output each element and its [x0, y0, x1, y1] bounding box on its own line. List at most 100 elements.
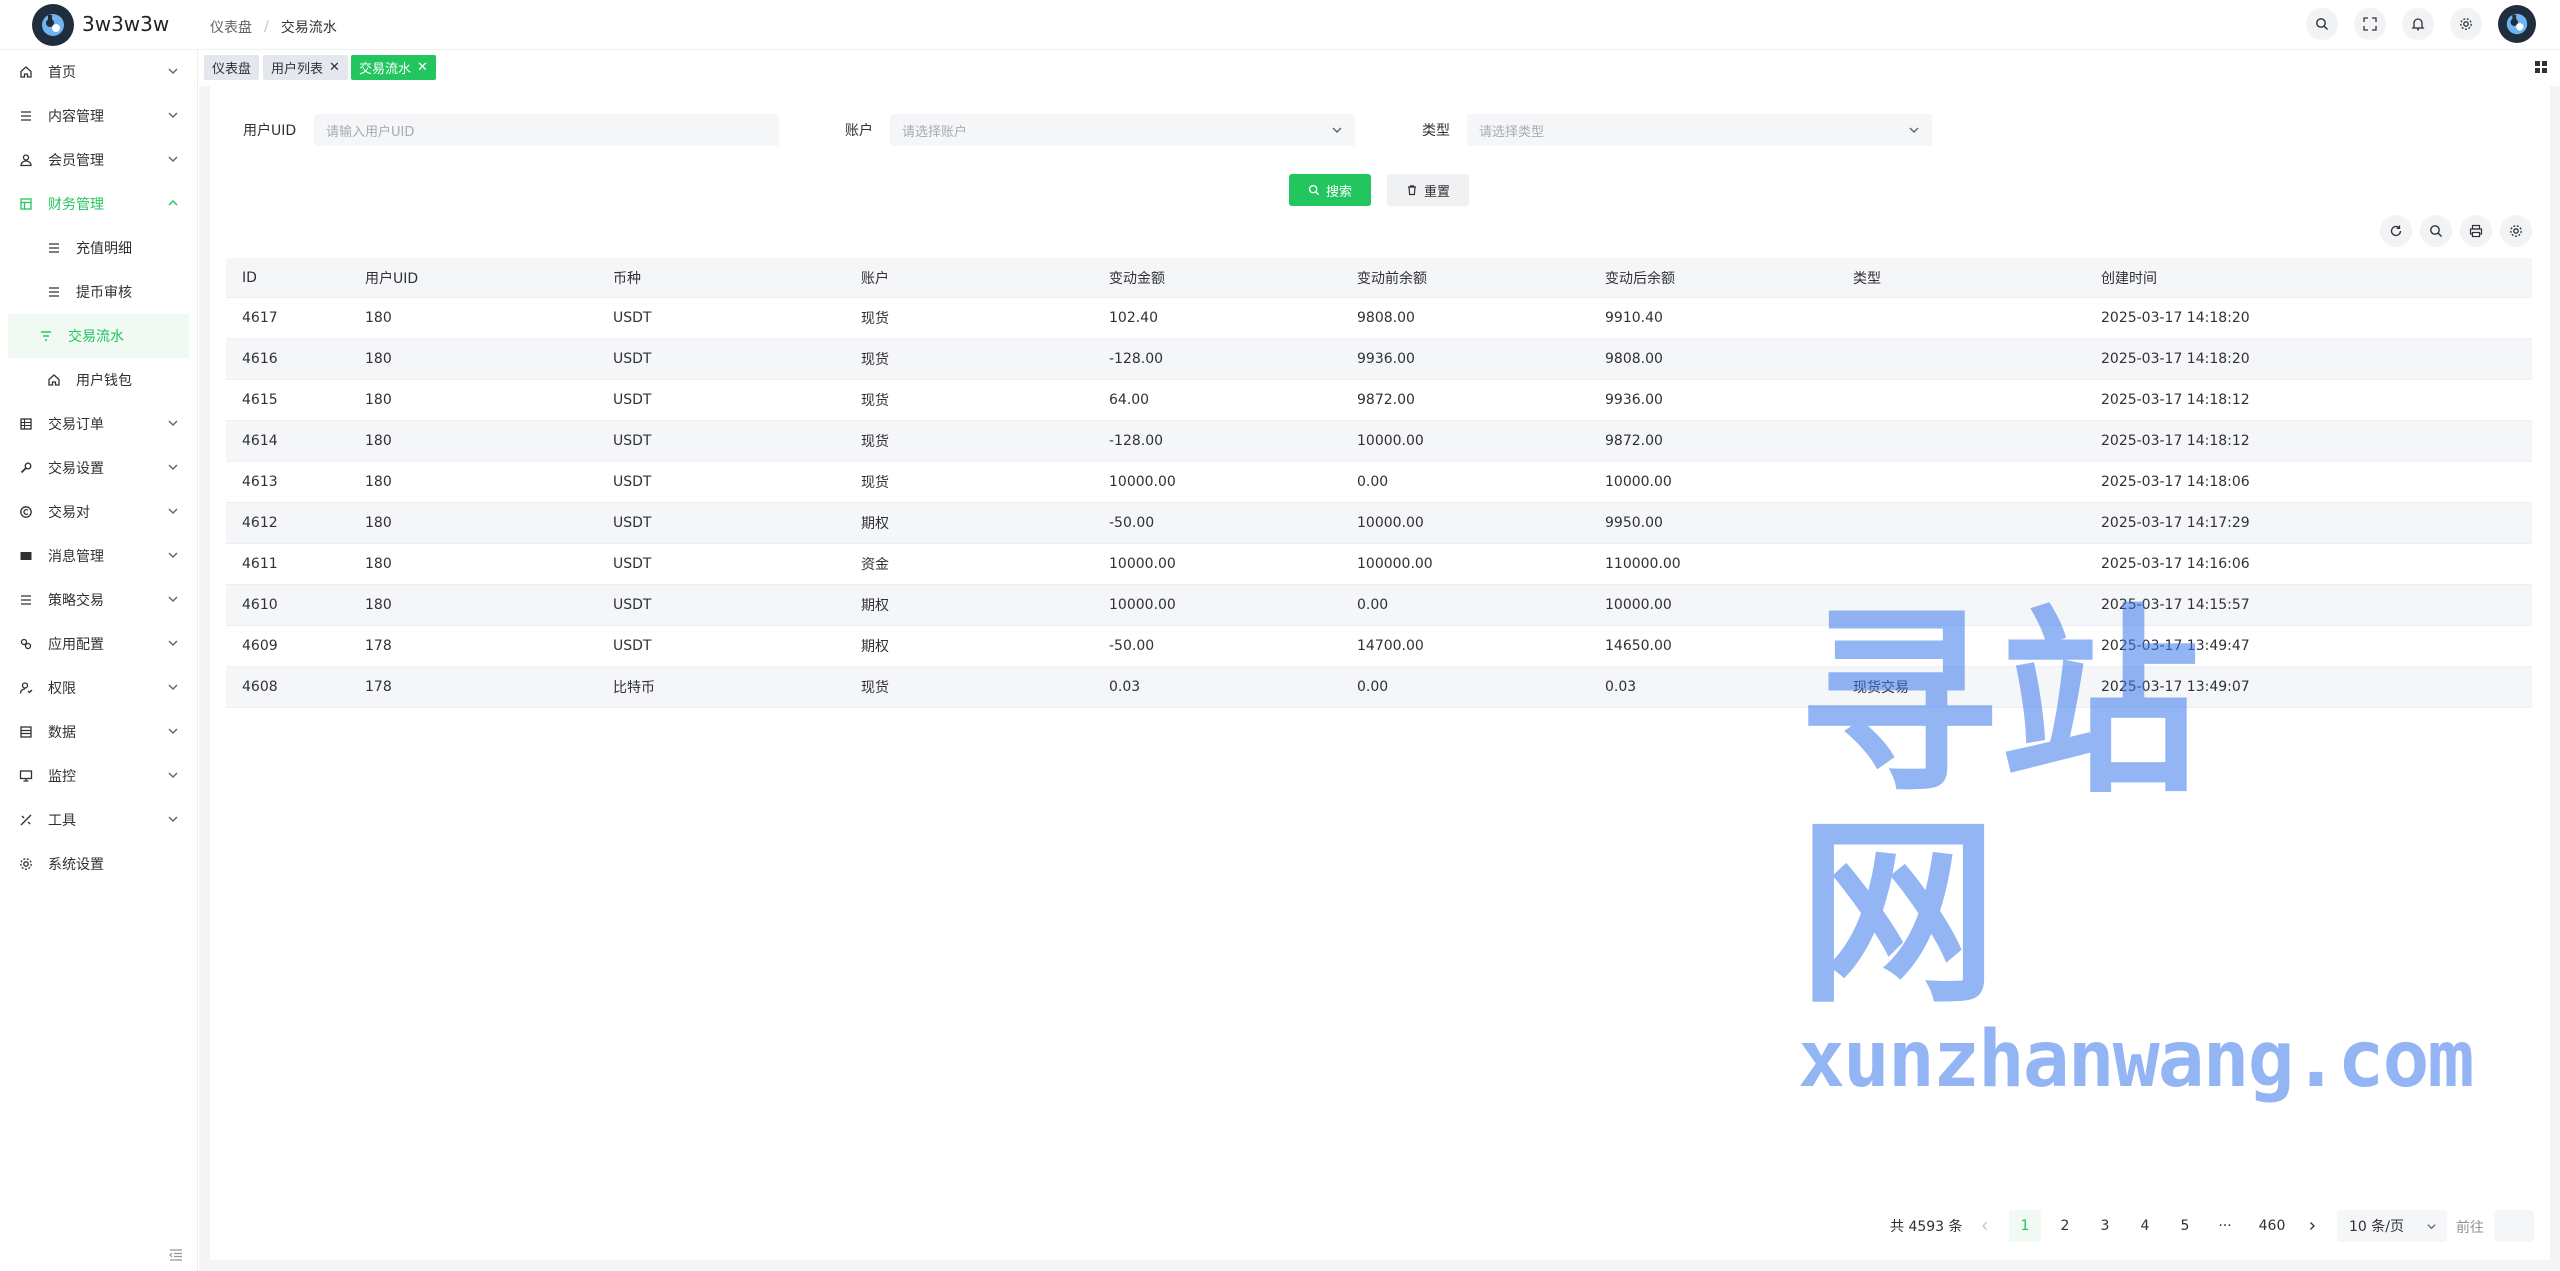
sidebar-item-recharge[interactable]: 充值明细: [8, 226, 189, 270]
chevron-down-icon: [168, 728, 178, 734]
user-avatar[interactable]: [2498, 5, 2536, 43]
header-search-button[interactable]: [2306, 8, 2338, 40]
table-row[interactable]: 4611 180 USDT 资金 10000.00 100000.00 110000.00 2…: [226, 544, 2532, 585]
table-cell: USDT: [613, 433, 652, 449]
sidebar-item-transactions[interactable]: 交易流水: [8, 314, 189, 358]
type-select[interactable]: 请选择类型: [1467, 114, 1932, 146]
table-row[interactable]: 4610 180 USDT 期权 10000.00 0.00 10000.00 2025-03…: [226, 585, 2532, 626]
tag-transactions[interactable]: 交易流水 ✕: [351, 55, 436, 80]
pagination-page[interactable]: 460: [2252, 1210, 2292, 1242]
sidebar-item-app-config[interactable]: 应用配置: [0, 622, 197, 666]
uid-input[interactable]: 请输入用户UID: [314, 114, 779, 146]
table-cell: 14650.00: [1605, 638, 1672, 654]
reset-button-label: 重置: [1423, 184, 1450, 200]
fullscreen-button[interactable]: [2354, 8, 2386, 40]
table-cell: 2025-03-17 13:49:47: [2101, 638, 2250, 654]
refresh-button[interactable]: [2380, 215, 2412, 247]
sidebar-item-content[interactable]: 内容管理: [0, 94, 197, 138]
table-cell: 180: [365, 392, 392, 408]
table-row[interactable]: 4612 180 USDT 期权 -50.00 10000.00 9950.00 2025-0…: [226, 503, 2532, 544]
header-actions: [2290, 5, 2536, 43]
reset-button[interactable]: 重置: [1387, 174, 1469, 206]
sidebar-item-system-settings[interactable]: 系统设置: [0, 842, 197, 886]
column-settings-button[interactable]: [2500, 215, 2532, 247]
table-row[interactable]: 4614 180 USDT 现货 -128.00 10000.00 9872.00 2025-…: [226, 421, 2532, 462]
pagination-page[interactable]: 4: [2129, 1210, 2161, 1242]
sidebar-item-data[interactable]: 数据: [0, 710, 197, 754]
table-cell: 现货: [861, 475, 889, 491]
table-row[interactable]: 4615 180 USDT 现货 64.00 9872.00 9936.00 2025-03-…: [226, 380, 2532, 421]
table-row[interactable]: 4613 180 USDT 现货 10000.00 0.00 10000.00 2025-03…: [226, 462, 2532, 503]
sidebar-item-finance[interactable]: 财务管理: [0, 182, 197, 226]
pagination-next-button[interactable]: [2296, 1210, 2328, 1242]
print-button[interactable]: [2460, 215, 2492, 247]
table-cell: 9936.00: [1605, 392, 1663, 408]
pagination-goto-input[interactable]: [2494, 1210, 2534, 1242]
sidebar-item-label: 内容管理: [48, 109, 104, 125]
table-cell: 9872.00: [1605, 433, 1663, 449]
column-header[interactable]: 用户UID: [349, 268, 597, 288]
pagination-page[interactable]: 2: [2049, 1210, 2081, 1242]
breadcrumb-dashboard[interactable]: 仪表盘: [210, 17, 252, 37]
notification-button[interactable]: [2402, 8, 2434, 40]
sidebar: 首页 内容管理 会员管理 财务管理 充值明细 提币审核 交易流水 用户钱包 交易…: [0, 50, 198, 1271]
chevron-down-icon: [168, 68, 178, 74]
page-size-select[interactable]: 10 条/页: [2337, 1210, 2447, 1242]
column-header[interactable]: ID: [226, 270, 349, 286]
sidebar-item-members[interactable]: 会员管理: [0, 138, 197, 182]
sidebar-item-monitor[interactable]: 监控: [0, 754, 197, 798]
column-header[interactable]: 变动金额: [1093, 268, 1341, 288]
column-header[interactable]: 类型: [1837, 268, 2085, 288]
sidebar-item-trading-pairs[interactable]: 交易对: [0, 490, 197, 534]
tag-dashboard[interactable]: 仪表盘: [204, 55, 260, 80]
chevron-down-icon: [168, 552, 178, 558]
breadcrumb-separator: /: [264, 19, 269, 35]
tag-user-list[interactable]: 用户列表 ✕: [263, 55, 348, 80]
sidebar-item-orders[interactable]: 交易订单: [0, 402, 197, 446]
sidebar-item-label: 交易流水: [68, 329, 124, 345]
sidebar-item-trade-settings[interactable]: 交易设置: [0, 446, 197, 490]
pagination-page[interactable]: 1: [2009, 1210, 2041, 1242]
sidebar-item-home[interactable]: 首页: [0, 50, 197, 94]
column-header[interactable]: 变动前余额: [1341, 268, 1589, 288]
column-header[interactable]: 创建时间: [2085, 268, 2532, 288]
app-logo[interactable]: [32, 4, 74, 46]
column-header[interactable]: 账户: [845, 268, 1093, 288]
table-cell: 10000.00: [1109, 597, 1176, 613]
pagination-page[interactable]: 5: [2169, 1210, 2201, 1242]
sidebar-item-messages[interactable]: 消息管理: [0, 534, 197, 578]
toggle-search-button[interactable]: [2420, 215, 2452, 247]
pagination-page[interactable]: 3: [2089, 1210, 2121, 1242]
sidebar-item-withdraw-review[interactable]: 提币审核: [8, 270, 189, 314]
settings-button[interactable]: [2450, 8, 2482, 40]
sidebar-item-permissions[interactable]: 权限: [0, 666, 197, 710]
sidebar-item-tools[interactable]: 工具: [0, 798, 197, 842]
table-row[interactable]: 4616 180 USDT 现货 -128.00 9936.00 9808.00 2025-0…: [226, 339, 2532, 380]
monitor-icon: [18, 768, 34, 784]
column-header[interactable]: 变动后余额: [1589, 268, 1837, 288]
table-cell: 4613: [242, 474, 278, 490]
table-cell: 2025-03-17 14:17:29: [2101, 515, 2250, 531]
sidebar-item-strategy[interactable]: 策略交易: [0, 578, 197, 622]
sidebar-item-wallet[interactable]: 用户钱包: [8, 358, 189, 402]
table-cell: USDT: [613, 515, 652, 531]
pagination-ellipsis[interactable]: ···: [2209, 1210, 2241, 1242]
config-icon: [18, 636, 34, 652]
pagination-prev-button[interactable]: [1969, 1210, 2001, 1242]
table-row[interactable]: 4617 180 USDT 现货 102.40 9808.00 9910.40 2025-03…: [226, 298, 2532, 339]
account-select[interactable]: 请选择账户: [890, 114, 1355, 146]
tags-menu-button[interactable]: [2534, 60, 2548, 74]
table-cell: 10000.00: [1357, 433, 1424, 449]
sidebar-collapse-button[interactable]: [168, 1247, 186, 1265]
list-icon: [18, 592, 34, 608]
close-icon[interactable]: ✕: [329, 60, 340, 75]
table-cell: 现货: [861, 311, 889, 327]
wrench-icon: [18, 460, 34, 476]
table-row[interactable]: 4608 178 比特币 现货 0.03 0.00 0.03 现货交易 2025-03-17 1…: [226, 667, 2532, 708]
close-icon[interactable]: ✕: [417, 60, 428, 75]
table-row[interactable]: 4609 178 USDT 期权 -50.00 14700.00 14650.00 2025-…: [226, 626, 2532, 667]
tool-icon: [18, 812, 34, 828]
table-cell: 9910.40: [1605, 310, 1663, 326]
column-header[interactable]: 币种: [597, 268, 845, 288]
search-button[interactable]: 搜索: [1289, 174, 1371, 206]
